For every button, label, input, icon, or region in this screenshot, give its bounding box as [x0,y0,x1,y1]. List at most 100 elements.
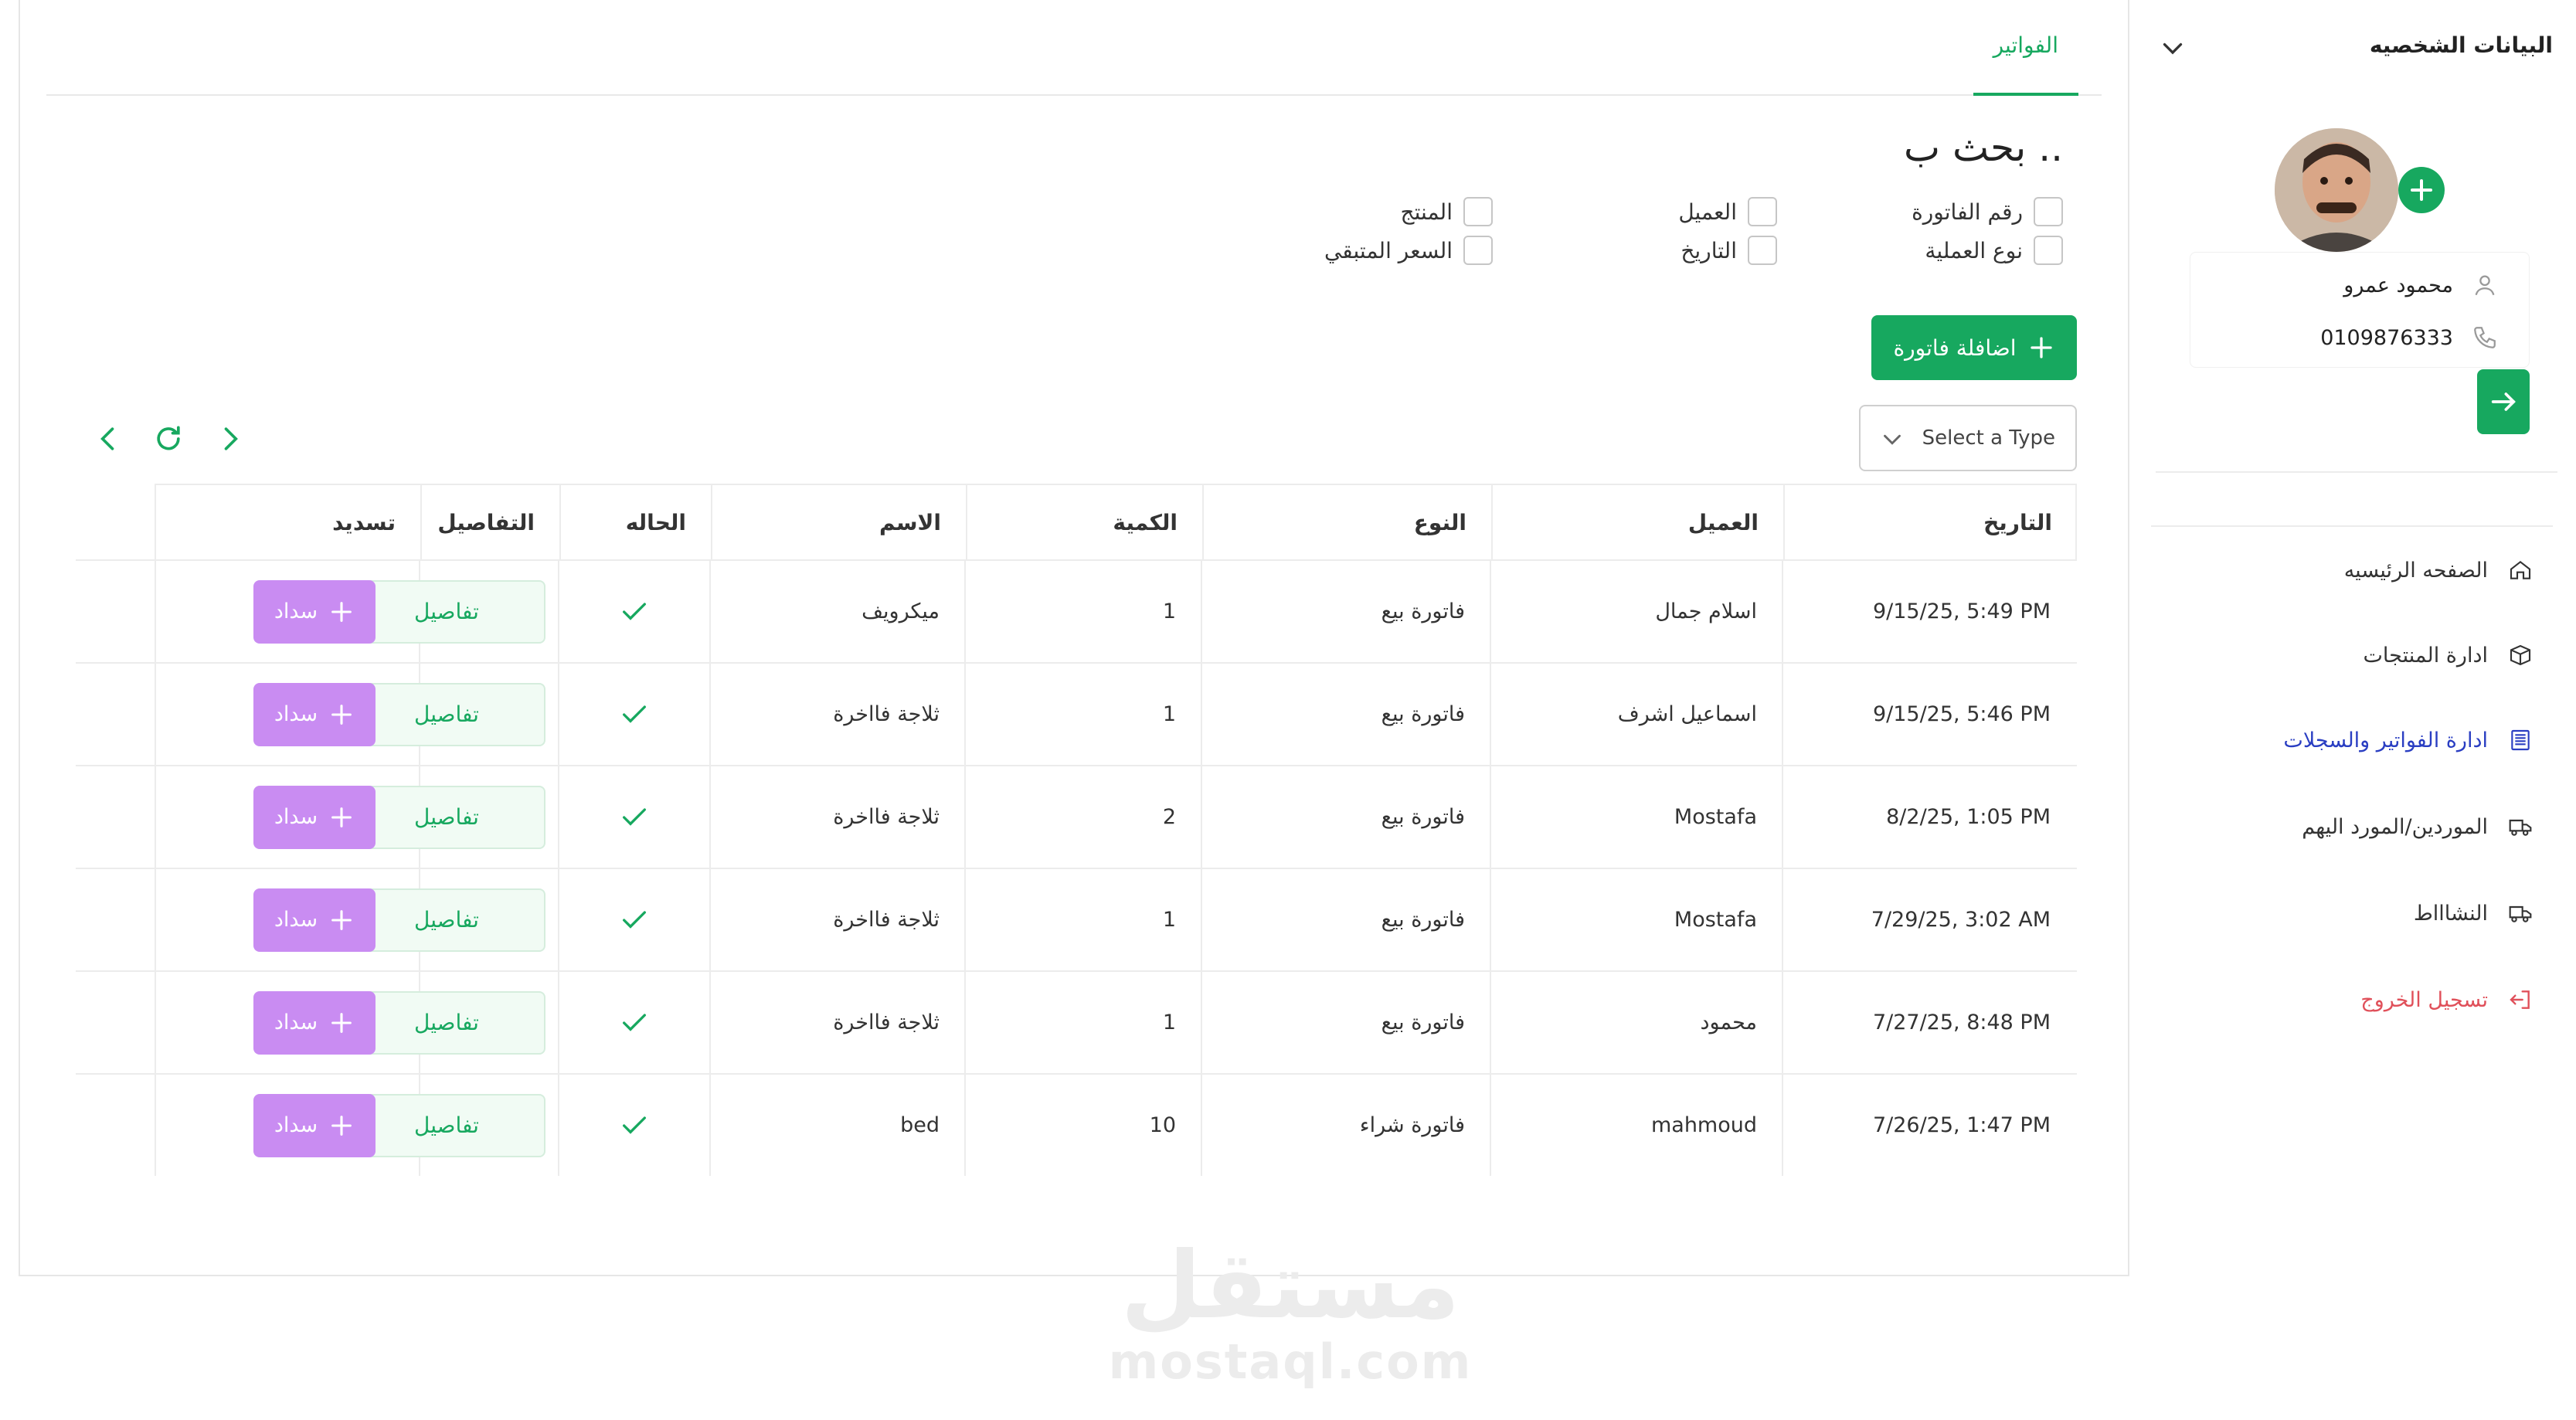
cell-name: ثلاجة فااخرة [709,972,964,1073]
user-card: محمود عمرو 0109876333 [2190,252,2530,368]
filter-remaining-price[interactable]: السعر المتبقي [1324,233,1493,267]
filter-date[interactable]: التاريخ [1681,233,1777,267]
pay-label: سداد [274,1011,318,1034]
cell-client: mahmoud [1490,1075,1782,1176]
sidebar-item-invoices[interactable]: ادارة الفواتير والسجلات [2283,718,2533,762]
plus-icon [331,1115,352,1136]
pay-button[interactable]: سداد [253,682,376,746]
filter-product[interactable]: المنتج [1401,195,1493,229]
pay-label: سداد [274,805,318,829]
profile-arrow-button[interactable] [2477,369,2530,434]
filter-checkbox[interactable] [1748,236,1777,265]
cell-pay: سداد [155,972,419,1073]
cell-status [558,869,709,970]
arrow-right-icon [2491,392,2516,411]
col-qty: الكمية [966,485,1202,559]
plus-icon [331,909,352,930]
truck-icon [2509,819,2532,836]
col-client: العميل [1491,485,1783,559]
sidebar-item-label: تسجيل الخروج [2360,987,2488,1012]
cell-type: فاتورة بيع [1201,869,1490,970]
sidebar-divider [2151,525,2553,527]
document-icon [2511,729,2530,751]
filter-checkbox[interactable] [2034,236,2063,265]
user-name-row: محمود عمرو [2343,270,2498,301]
pay-button[interactable]: سداد [253,990,376,1055]
sidebar-item-label: ادارة الفواتير والسجلات [2283,728,2488,752]
pay-label: سداد [274,600,318,623]
search-title: بحث ب .. [1904,125,2063,170]
pay-button[interactable]: سداد [253,1093,376,1157]
cell-pay: سداد [155,766,419,868]
phone-icon [2474,327,2496,348]
cell-details: تفاصيل [348,664,558,765]
filter-checkbox[interactable] [1748,197,1777,226]
cell-qty: 1 [964,664,1201,765]
cell-type: فاتورة شراء [1201,1075,1490,1176]
main-panel: الفواتير بحث ب .. رقم الفاتورة العميل ال… [19,0,2129,1276]
cell-pay: سداد [155,561,419,662]
filter-operation-type[interactable]: نوع العملية [1925,233,2063,267]
cell-qty: 1 [964,869,1201,970]
check-icon [623,602,646,620]
chevron-down-icon[interactable] [2159,34,2187,62]
table-header: التاريخ العميل النوع الكمية الاسم الحاله… [155,484,2077,559]
cell-qty: 2 [964,766,1201,868]
cell-client: اسلام جمال [1490,561,1782,662]
sidebar: البيانات الشخصيه محمود عمرو 0109876333 ا… [2151,0,2576,1420]
cell-details: تفاصيل [348,972,558,1073]
check-icon [623,910,646,929]
pay-button[interactable]: سداد [253,785,376,849]
col-date: التاريخ [1783,485,2077,559]
sidebar-item-suppliers[interactable]: الموردين/المورد اليهم [2302,805,2533,848]
cell-date: 7/29/25, 3:02 AM [1782,869,2075,970]
tab-invoices[interactable]: الفواتير [1973,32,2078,96]
sidebar-item-logout[interactable]: تسجيل الخروج [2360,978,2533,1021]
box-icon [2510,644,2531,666]
cell-qty: 1 [964,972,1201,1073]
filter-checkbox[interactable] [1463,236,1493,265]
table-row: 8/2/25, 1:05 PM Mostafa فاتورة بيع 2 ثلاجة ف… [76,765,2077,868]
cell-details: تفاصيل [348,1075,558,1176]
sidebar-item-activity[interactable]: النشاااط [2414,892,2533,935]
cell-status [558,664,709,765]
refresh-icon[interactable] [151,422,185,456]
type-select[interactable]: Select a Type [1859,405,2077,471]
check-icon [623,1013,646,1031]
cell-type: فاتورة بيع [1201,766,1490,868]
plus-icon [331,1012,352,1033]
add-photo-button[interactable] [2398,167,2445,213]
cell-status [558,766,709,868]
user-name: محمود عمرو [2343,273,2453,297]
cell-pay: سداد [155,664,419,765]
pay-button[interactable]: سداد [253,579,376,644]
sidebar-item-home[interactable]: الصفحه الرئيسيه [2344,549,2533,592]
chevron-right-icon[interactable] [213,422,247,456]
filter-label: المنتج [1400,199,1453,225]
pay-label: سداد [274,702,318,726]
check-icon [623,807,646,826]
filter-checkbox[interactable] [2034,197,2063,226]
filter-checkbox[interactable] [1463,197,1493,226]
cell-name: ثلاجة فااخرة [709,766,964,868]
col-details: التفاصيل [420,485,559,559]
user-icon [2475,275,2495,296]
logout-icon [2510,990,2530,1009]
filter-invoice-number[interactable]: رقم الفاتورة [1912,195,2063,229]
cell-date: 8/2/25, 1:05 PM [1782,766,2075,868]
add-invoice-button[interactable]: اضافلة فاتورة [1871,315,2077,380]
filter-label: السعر المتبقي [1324,237,1453,263]
watermark: مستقل mostaql.com [1097,1236,1483,1391]
filter-label: التاريخ [1681,237,1737,263]
sidebar-item-products[interactable]: ادارة المنتجات [2364,634,2534,677]
cell-client: Mostafa [1490,869,1782,970]
cell-client: محمود [1490,972,1782,1073]
filter-client[interactable]: العميل [1678,195,1777,229]
table-row: 7/29/25, 3:02 AM Mostafa فاتورة بيع 1 ثلاجة … [76,868,2077,970]
profile-header[interactable]: البيانات الشخصيه [2159,28,2553,66]
pay-button[interactable]: سداد [253,888,376,952]
col-name: الاسم [711,485,966,559]
table-row: 7/27/25, 8:48 PM محمود فاتورة بيع 1 ثلاجة فا… [76,970,2077,1073]
cell-qty: 10 [964,1075,1201,1176]
chevron-left-icon[interactable] [91,422,125,456]
